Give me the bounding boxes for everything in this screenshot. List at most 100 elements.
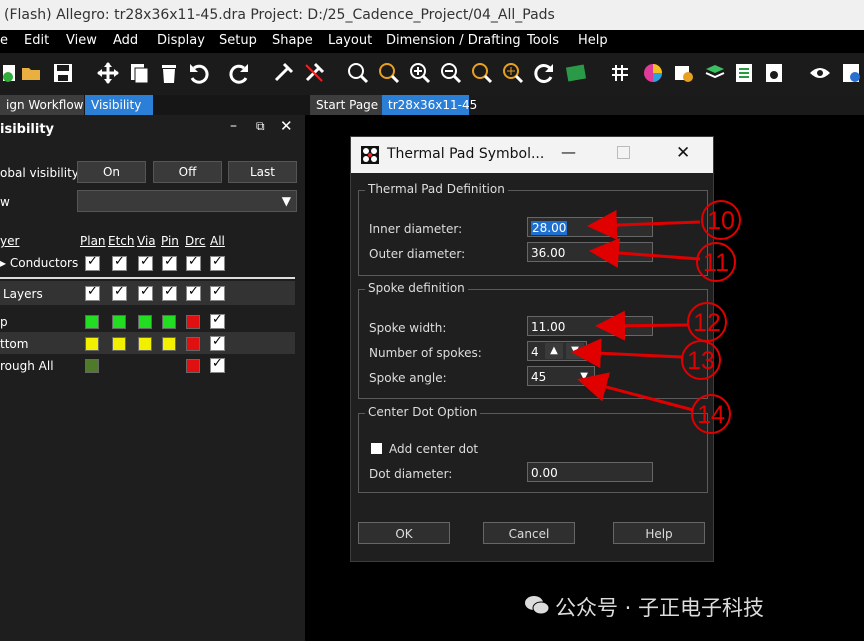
through-drc-swatch[interactable] <box>186 359 200 373</box>
tab-design[interactable]: tr28x36x11-45 <box>382 95 477 115</box>
add-center-dot-checkbox[interactable] <box>371 443 382 454</box>
refresh-icon[interactable] <box>533 62 555 84</box>
top-etch-swatch[interactable] <box>112 315 126 329</box>
last-button[interactable]: Last <box>228 161 297 183</box>
report-icon[interactable] <box>733 62 755 84</box>
spoke-angle-select[interactable]: 45 ▼ <box>527 366 595 386</box>
conductors-pin-checkbox[interactable] <box>162 254 177 271</box>
view-label: w <box>0 195 10 209</box>
zoom-points-icon[interactable] <box>347 62 369 84</box>
layers-all-checkbox[interactable] <box>210 284 225 301</box>
bottom-via-swatch[interactable] <box>138 337 152 351</box>
conductors-drc-checkbox[interactable] <box>186 254 201 271</box>
menu-edit[interactable]: Edit <box>24 33 49 48</box>
help-button[interactable]: Help <box>613 522 705 544</box>
shadow-mode-icon[interactable] <box>673 62 695 84</box>
menu-dimension[interactable]: Dimension / Drafting <box>386 33 521 48</box>
top-plan-swatch[interactable] <box>85 315 99 329</box>
spokes-up-icon[interactable]: ▲ <box>545 343 563 359</box>
menu-view[interactable]: View <box>66 33 97 48</box>
inner-diameter-field[interactable]: 28.00 <box>527 217 653 237</box>
layers-pin-checkbox[interactable] <box>162 284 177 301</box>
info-doc-icon[interactable] <box>840 62 862 84</box>
visibility-eye-icon[interactable] <box>809 62 831 84</box>
layers-plan-checkbox[interactable] <box>85 284 100 301</box>
menu-file[interactable]: e <box>0 33 8 48</box>
bottom-all-checkbox[interactable] <box>210 334 225 351</box>
layers-etch-checkbox[interactable] <box>112 284 127 301</box>
minimize-icon[interactable]: – <box>230 118 237 134</box>
through-all-checkbox[interactable] <box>210 356 225 373</box>
close-icon[interactable]: ✕ <box>280 117 293 135</box>
unpin-icon[interactable] <box>303 62 325 84</box>
zoom-out-icon[interactable] <box>440 62 462 84</box>
ok-button[interactable]: OK <box>358 522 450 544</box>
col-all[interactable]: All <box>210 234 225 248</box>
dialog-minimize-icon[interactable]: — <box>561 143 576 161</box>
top-drc-swatch[interactable] <box>186 315 200 329</box>
pin-icon[interactable] <box>272 62 294 84</box>
off-button[interactable]: Off <box>153 161 222 183</box>
move-icon[interactable] <box>97 62 119 84</box>
menu-layout[interactable]: Layout <box>328 33 372 48</box>
top-all-checkbox[interactable] <box>210 312 225 329</box>
dot-diameter-field[interactable]: 0.00 <box>527 462 653 482</box>
delete-icon[interactable] <box>158 62 180 84</box>
open-folder-icon[interactable] <box>20 62 42 84</box>
cancel-button[interactable]: Cancel <box>483 522 575 544</box>
col-via[interactable]: Via <box>137 234 156 248</box>
row-through-label: rough All <box>0 359 54 373</box>
bottom-plan-swatch[interactable] <box>85 337 99 351</box>
layers-drc-checkbox[interactable] <box>186 284 201 301</box>
spoke-angle-label: Spoke angle: <box>369 371 447 385</box>
wechat-icon <box>525 596 550 615</box>
grid-icon[interactable] <box>609 62 631 84</box>
bottom-drc-swatch[interactable] <box>186 337 200 351</box>
outer-diameter-label: Outer diameter: <box>369 247 466 261</box>
conductors-plan-checkbox[interactable] <box>85 254 100 271</box>
menu-display[interactable]: Display <box>157 33 205 48</box>
menu-add[interactable]: Add <box>113 33 138 48</box>
save-icon[interactable] <box>52 62 74 84</box>
bottom-etch-swatch[interactable] <box>112 337 126 351</box>
dialog-close-icon[interactable]: ✕ <box>676 143 690 163</box>
top-via-swatch[interactable] <box>138 315 152 329</box>
on-button[interactable]: On <box>77 161 146 183</box>
zoom-in-icon[interactable] <box>409 62 431 84</box>
menu-shape[interactable]: Shape <box>272 33 313 48</box>
copy-icon[interactable] <box>128 62 150 84</box>
restore-icon[interactable]: ⧉ <box>256 119 265 134</box>
col-etch[interactable]: Etch <box>108 234 135 248</box>
outer-diameter-field[interactable]: 36.00 <box>527 242 653 262</box>
col-plan[interactable]: Plan <box>80 234 106 248</box>
col-layer[interactable]: yer <box>0 234 19 248</box>
conductors-all-checkbox[interactable] <box>210 254 225 271</box>
settings-doc-icon[interactable] <box>763 62 785 84</box>
col-drc[interactable]: Drc <box>185 234 206 248</box>
zoom-center-icon[interactable] <box>502 62 524 84</box>
conductors-etch-checkbox[interactable] <box>112 254 127 271</box>
menu-help[interactable]: Help <box>578 33 608 48</box>
zoom-fit-icon[interactable] <box>378 62 400 84</box>
menu-setup[interactable]: Setup <box>219 33 257 48</box>
col-pin[interactable]: Pin <box>161 234 179 248</box>
tab-design-workflow[interactable]: ign Workflow <box>0 95 84 115</box>
menu-tools[interactable]: Tools <box>527 33 559 48</box>
spoke-width-field[interactable]: 11.00 <box>527 316 653 336</box>
layers-via-checkbox[interactable] <box>138 284 153 301</box>
tab-visibility[interactable]: Visibility <box>85 95 153 115</box>
view-select[interactable]: ▼ <box>77 190 297 212</box>
color-icon[interactable] <box>642 62 664 84</box>
bottom-pin-swatch[interactable] <box>162 337 176 351</box>
3d-view-icon[interactable] <box>565 62 587 84</box>
top-pin-swatch[interactable] <box>162 315 176 329</box>
tab-start-page[interactable]: Start Page <box>310 95 384 115</box>
spokes-down-icon[interactable]: ▼ <box>566 343 584 359</box>
conductors-via-checkbox[interactable] <box>138 254 153 271</box>
zoom-previous-icon[interactable] <box>471 62 493 84</box>
new-icon[interactable] <box>0 62 22 84</box>
through-plan-swatch[interactable] <box>85 359 99 373</box>
undo-icon[interactable] <box>188 62 210 84</box>
redo-icon[interactable] <box>228 62 250 84</box>
layers-icon[interactable] <box>704 62 726 84</box>
